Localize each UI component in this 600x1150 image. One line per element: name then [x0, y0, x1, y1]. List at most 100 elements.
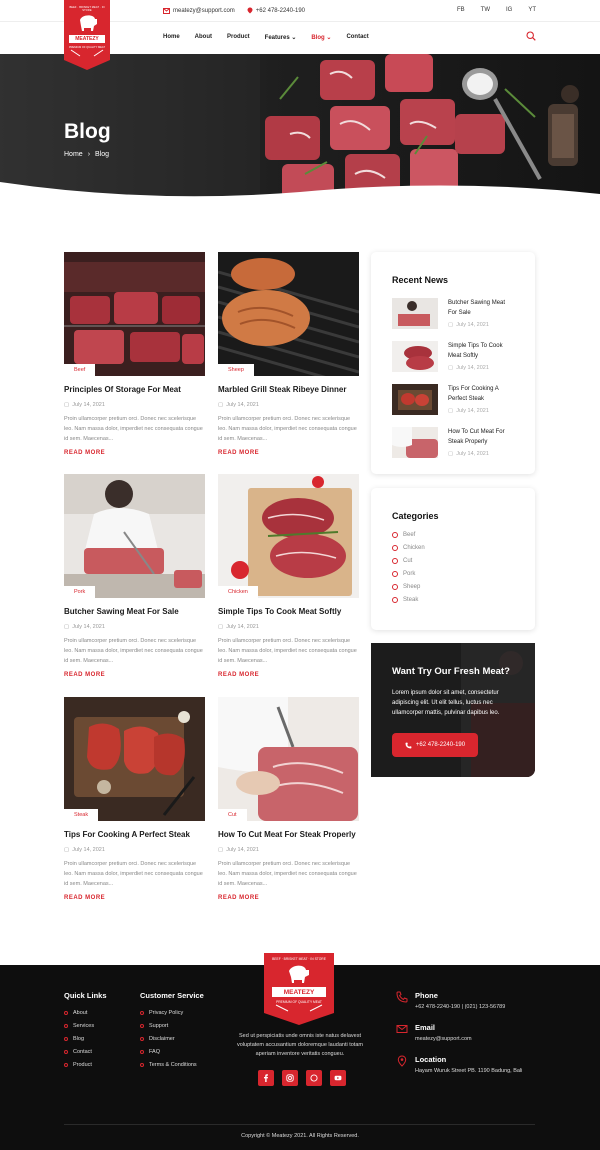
- category-item[interactable]: Steak: [392, 597, 514, 603]
- recent-news-item-title[interactable]: Tips For Cooking A Perfect Steak: [448, 384, 514, 404]
- top-phone[interactable]: +62 478-2240-190: [247, 7, 305, 14]
- nav-item-home[interactable]: Home: [163, 34, 180, 41]
- recent-news-item[interactable]: Butcher Sawing Meat For Sale ▢ July 14, 20…: [392, 298, 514, 329]
- post-image[interactable]: Steak: [64, 697, 205, 821]
- breadcrumb-home[interactable]: Home: [64, 151, 83, 158]
- search-icon[interactable]: [526, 31, 536, 41]
- post-image[interactable]: Chicken: [218, 474, 359, 598]
- category-item[interactable]: Beef: [392, 532, 514, 538]
- footer-email-value[interactable]: meatezy@support.com: [415, 1036, 472, 1042]
- post-category-tag[interactable]: Pork: [64, 586, 96, 598]
- recent-news-item[interactable]: Simple Tips To Cook Meat Softly ▢ July 14,…: [392, 341, 514, 372]
- post-image[interactable]: Pork: [64, 474, 205, 598]
- post-title[interactable]: Butcher Sawing Meat For Sale: [64, 607, 205, 616]
- call-button[interactable]: +62 478-2240-190: [392, 733, 478, 757]
- footer-link[interactable]: Services: [64, 1023, 107, 1029]
- recent-news-item-title[interactable]: Simple Tips To Cook Meat Softly: [448, 341, 514, 361]
- top-email[interactable]: meatezy@support.com: [163, 7, 235, 14]
- recent-news-thumb[interactable]: [392, 427, 438, 458]
- recent-news-thumb[interactable]: [392, 384, 438, 415]
- category-item[interactable]: Sheep: [392, 584, 514, 590]
- footer-copyright: Copyright © Meatezy 2021. All Rights Res…: [241, 1133, 359, 1139]
- footer-logo[interactable]: BEEF · BRISKET MEAT · IN STORE MEATEZY P…: [264, 953, 334, 1025]
- site-logo[interactable]: BEEF · BRISKET MEAT · IN STORE MEATEZY P…: [64, 0, 110, 70]
- recent-news-date-text: July 14, 2021: [456, 322, 489, 328]
- social-youtube-link[interactable]: YT: [528, 7, 536, 13]
- footer-link[interactable]: Support: [140, 1023, 204, 1029]
- read-more-link[interactable]: READ MORE: [218, 895, 359, 901]
- footer-link[interactable]: Privacy Policy: [140, 1010, 204, 1016]
- category-item[interactable]: Chicken: [392, 545, 514, 551]
- post-title[interactable]: Tips For Cooking A Perfect Steak: [64, 830, 205, 839]
- post-thumbnail: [64, 252, 205, 376]
- post-card[interactable]: Chicken Simple Tips To Cook Meat Softly …: [218, 474, 359, 678]
- post-title[interactable]: Marbled Grill Steak Ribeye Dinner: [218, 385, 359, 394]
- post-card[interactable]: Sheep Marbled Grill Steak Ribeye Dinner …: [218, 252, 359, 456]
- calendar-icon: ▢: [64, 624, 70, 630]
- category-label: Pork: [403, 571, 416, 577]
- post-date-text: July 14, 2021: [72, 847, 105, 853]
- post-card[interactable]: Cut How To Cut Meat For Steak Properly ▢…: [218, 697, 359, 901]
- post-card[interactable]: Beef Principles Of Storage For Meat ▢ Jul…: [64, 252, 205, 456]
- post-category-tag[interactable]: Chicken: [218, 586, 258, 598]
- post-excerpt: Proin ullamcorper pretium orci. Donec ne…: [218, 638, 357, 664]
- footer-location-label: Location: [415, 1055, 447, 1064]
- recent-news-thumb[interactable]: [392, 298, 438, 329]
- post-card[interactable]: Pork Butcher Sawing Meat For Sale ▢ July …: [64, 474, 205, 678]
- recent-news-item-title[interactable]: Butcher Sawing Meat For Sale: [448, 298, 514, 318]
- facebook-icon[interactable]: [258, 1070, 274, 1086]
- social-instagram-link[interactable]: IG: [506, 7, 512, 13]
- instagram-icon[interactable]: [282, 1070, 298, 1086]
- post-image[interactable]: Beef: [64, 252, 205, 376]
- category-item[interactable]: Pork: [392, 571, 514, 577]
- footer-link[interactable]: Product: [64, 1062, 107, 1068]
- read-more-link[interactable]: READ MORE: [64, 672, 205, 678]
- post-title[interactable]: How To Cut Meat For Steak Properly: [218, 830, 359, 839]
- footer-about-text: Sed ut perspiciatis unde omnis iste natu…: [237, 1033, 363, 1057]
- nav-item-blog[interactable]: Blog ⌄: [311, 34, 331, 41]
- read-more-link[interactable]: READ MORE: [64, 450, 205, 456]
- recent-news-item[interactable]: Tips For Cooking A Perfect Steak ▢ July 14…: [392, 384, 514, 415]
- post-image[interactable]: Sheep: [218, 252, 359, 376]
- footer-link[interactable]: Blog: [64, 1036, 107, 1042]
- footer-logo-tagline: PREMIUM OF QUALITY MEAT: [276, 1000, 322, 1004]
- footer-link[interactable]: FAQ: [140, 1049, 204, 1055]
- social-facebook-link[interactable]: FB: [457, 7, 465, 13]
- post-date: ▢ July 14, 2021: [64, 624, 205, 630]
- category-item[interactable]: Cut: [392, 558, 514, 564]
- post-date-text: July 14, 2021: [226, 847, 259, 853]
- read-more-link[interactable]: READ MORE: [218, 672, 359, 678]
- post-title[interactable]: Simple Tips To Cook Meat Softly: [218, 607, 359, 616]
- recent-news-thumb[interactable]: [392, 341, 438, 372]
- post-category-tag[interactable]: Cut: [218, 809, 247, 821]
- whatsapp-icon[interactable]: [306, 1070, 322, 1086]
- post-card[interactable]: Steak Tips For Cooking A Perfect Steak ▢…: [64, 697, 205, 901]
- recent-news-item-title[interactable]: How To Cut Meat For Steak Properly: [448, 427, 514, 447]
- post-category-tag[interactable]: Beef: [64, 364, 96, 376]
- read-more-link[interactable]: READ MORE: [64, 895, 205, 901]
- nav-item-product[interactable]: Product: [227, 34, 250, 41]
- footer-link[interactable]: Terms & Conditions: [140, 1062, 204, 1068]
- nav-item-features-label: Features: [264, 35, 290, 41]
- footer-link[interactable]: Disclaimer: [140, 1036, 204, 1042]
- social-twitter-link[interactable]: TW: [481, 7, 490, 13]
- youtube-icon[interactable]: [330, 1070, 346, 1086]
- footer-phone-value[interactable]: +62 478-2240-190 | (021) 123-56789: [415, 1004, 505, 1010]
- footer-link-label: Privacy Policy: [149, 1010, 184, 1016]
- mail-icon: [396, 1025, 408, 1033]
- recent-news-item-date: ▢ July 14, 2021: [448, 451, 514, 457]
- top-phone-text: +62 478-2240-190: [255, 7, 305, 14]
- read-more-link[interactable]: READ MORE: [218, 450, 359, 456]
- footer-quick-links-list: About Services Blog Contact Product: [64, 1010, 107, 1068]
- nav-item-about[interactable]: About: [195, 34, 212, 41]
- nav-item-contact[interactable]: Contact: [346, 34, 368, 41]
- footer-link[interactable]: About: [64, 1010, 107, 1016]
- post-title[interactable]: Principles Of Storage For Meat: [64, 385, 205, 394]
- footer-link[interactable]: Contact: [64, 1049, 107, 1055]
- post-category-tag[interactable]: Sheep: [218, 364, 254, 376]
- footer-link-label: Disclaimer: [149, 1036, 175, 1042]
- recent-news-item[interactable]: How To Cut Meat For Steak Properly ▢ July …: [392, 427, 514, 458]
- nav-item-features[interactable]: Features ⌄: [265, 34, 297, 41]
- post-category-tag[interactable]: Steak: [64, 809, 99, 821]
- post-image[interactable]: Cut: [218, 697, 359, 821]
